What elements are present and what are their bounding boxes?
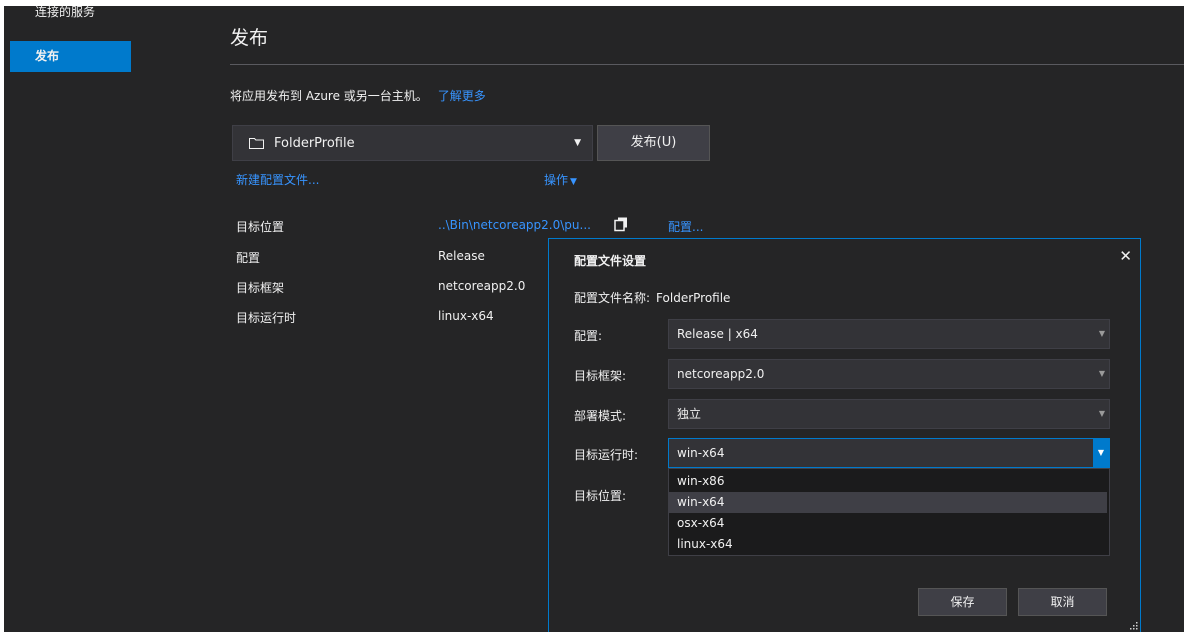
chevron-down-icon: ▼ <box>1098 369 1105 378</box>
dropdown-option-linux-x64[interactable]: linux-x64 <box>669 534 1107 555</box>
deploy-mode-select-value: 独立 <box>677 407 702 421</box>
page-title: 发布 <box>230 27 269 49</box>
framework-value: netcoreapp2.0 <box>438 279 526 293</box>
save-button[interactable]: 保存 <box>918 588 1007 616</box>
dropdown-option-osx-x64[interactable]: osx-x64 <box>669 513 1107 534</box>
configuration-value: Release <box>438 249 485 263</box>
cancel-button[interactable]: 取消 <box>1018 588 1107 616</box>
target-location-field-label: 目标位置: <box>574 489 627 503</box>
runtime-select[interactable]: win-x64 ▼ <box>668 438 1110 468</box>
new-profile-link[interactable]: 新建配置文件... <box>236 171 319 188</box>
runtime-dropdown-list: win-x86 win-x64 osx-x64 linux-x64 <box>668 468 1110 556</box>
runtime-select-value: win-x64 <box>677 446 725 460</box>
framework-select[interactable]: netcoreapp2.0 ▼ <box>668 359 1110 389</box>
profile-name-label: 配置文件名称: <box>574 291 651 305</box>
profile-selector[interactable]: FolderProfile ▼ <box>232 125 593 161</box>
deploy-mode-field-label: 部署模式: <box>574 409 627 423</box>
learn-more-link[interactable]: 了解更多 <box>438 89 486 103</box>
chevron-down-icon: ▼ <box>1098 409 1105 418</box>
configure-link[interactable]: 配置... <box>668 218 703 235</box>
profile-settings-dialog: 配置文件设置 ✕ 配置文件名称: FolderProfile 配置: Releas… <box>548 238 1141 632</box>
framework-select-value: netcoreapp2.0 <box>677 367 765 381</box>
sidebar: 连接的服务 发布 <box>4 6 144 632</box>
deploy-mode-select[interactable]: 独立 ▼ <box>668 399 1110 429</box>
configuration-select-value: Release | x64 <box>677 327 758 341</box>
framework-label: 目标框架 <box>236 281 285 295</box>
profile-name: FolderProfile <box>274 135 355 151</box>
dropdown-option-win-x86[interactable]: win-x86 <box>669 471 1107 492</box>
publish-description: 将应用发布到 Azure 或另一台主机。 了解更多 <box>230 87 486 104</box>
configuration-label: 配置 <box>236 251 261 265</box>
publish-button[interactable]: 发布(U) <box>597 125 710 161</box>
chevron-down-icon: ▼ <box>1098 329 1105 338</box>
folder-icon <box>249 138 264 149</box>
copy-icon[interactable] <box>613 216 629 232</box>
chevron-down-icon: ▼ <box>574 138 581 148</box>
profile-name-value: FolderProfile <box>656 291 731 305</box>
triangle-down-icon: ▼ <box>570 177 577 187</box>
runtime-label: 目标运行时 <box>236 311 297 325</box>
title-divider <box>230 64 1184 65</box>
resize-grip-icon[interactable] <box>1128 620 1138 630</box>
dialog-title: 配置文件设置 <box>574 254 647 268</box>
actions-label: 操作 <box>544 173 569 187</box>
description-text: 将应用发布到 Azure 或另一台主机。 <box>230 89 428 103</box>
runtime-value: linux-x64 <box>438 309 494 323</box>
framework-field-label: 目标框架: <box>574 369 627 383</box>
chevron-down-icon[interactable]: ▼ <box>1093 439 1109 467</box>
actions-menu-link[interactable]: 操作 ▼ <box>544 171 577 188</box>
configuration-field-label: 配置: <box>574 329 603 343</box>
configuration-select[interactable]: Release | x64 ▼ <box>668 319 1110 349</box>
close-icon[interactable]: ✕ <box>1119 248 1132 264</box>
runtime-field-label: 目标运行时: <box>574 448 639 462</box>
profile-name-row: 配置文件名称: FolderProfile <box>574 289 730 306</box>
target-location-link[interactable]: ..\Bin\netcoreapp2.0\pu... <box>438 218 591 232</box>
sidebar-item-connected-services[interactable]: 连接的服务 <box>10 6 131 26</box>
dropdown-option-win-x64[interactable]: win-x64 <box>669 492 1107 513</box>
target-location-label: 目标位置 <box>236 220 285 234</box>
sidebar-item-publish[interactable]: 发布 <box>10 41 131 72</box>
publish-window: 连接的服务 发布 发布 将应用发布到 Azure 或另一台主机。 了解更多 Fol… <box>4 6 1184 632</box>
